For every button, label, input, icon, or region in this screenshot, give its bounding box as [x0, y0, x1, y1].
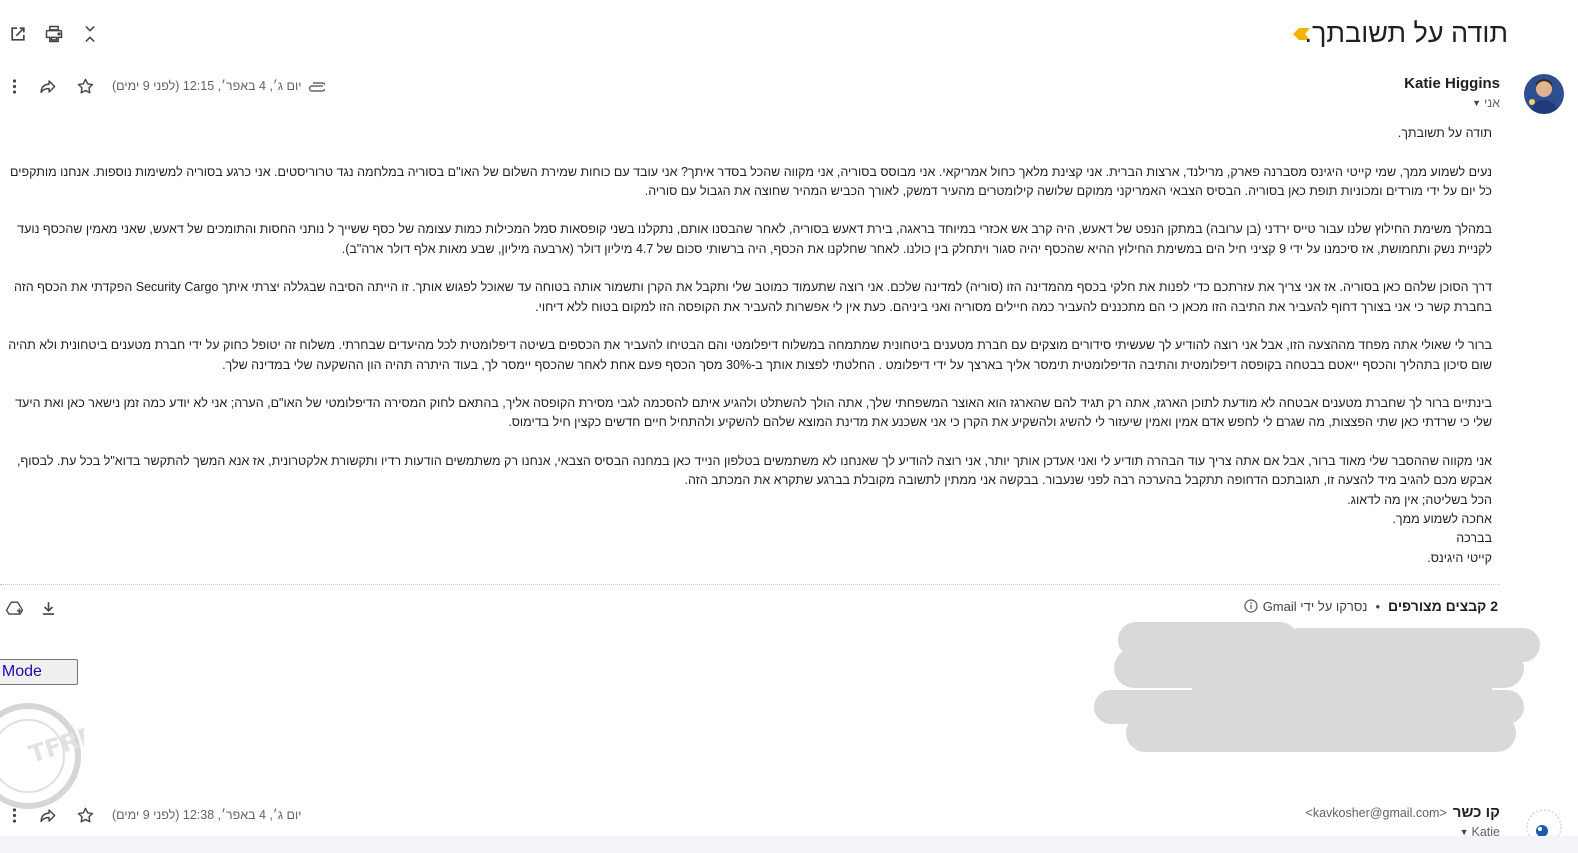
- star-icon: [77, 807, 93, 822]
- redacted-attachment-previews: [1094, 622, 1540, 752]
- body-paragraph: הכל בשליטה; אין מה לדאוג.: [1347, 492, 1492, 507]
- recipient-label: אני: [1484, 96, 1500, 110]
- bottom-strip: [0, 836, 1578, 853]
- more-vert-icon: [12, 807, 16, 823]
- body-paragraph: אני מקווה שההסבר שלי מאוד ברור, אבל אם א…: [16, 454, 1492, 488]
- open-in-new-window-icon: [11, 27, 25, 41]
- chevron-down-icon: ▼: [1472, 98, 1482, 108]
- message-header: Katie Higgins אני ▼ יום ג׳, 4 באפר׳, 12:…: [0, 72, 1578, 122]
- collapse-icon: [85, 25, 95, 43]
- avatar-photo: [1524, 74, 1564, 114]
- star-button[interactable]: [66, 801, 104, 829]
- add-to-drive-button[interactable]: [0, 594, 28, 622]
- attachments-divider: [0, 584, 1500, 585]
- collapse-all-button[interactable]: [72, 20, 108, 48]
- body-paragraph: במהלך משימת החילוץ שלנו עבור טייס ירדני …: [17, 222, 1492, 256]
- attachment-icon: [309, 82, 326, 92]
- star-icon: [77, 78, 93, 93]
- print-icon: [45, 25, 63, 43]
- message-actions-2: יום ג׳, 4 באפר׳, 12:38 (לפני 9 ימים): [0, 801, 301, 829]
- attachments-header: 2 קבצים מצורפים • נסרקו על ידי Gmail: [1244, 598, 1498, 614]
- print-button[interactable]: [36, 20, 72, 48]
- message-body: תודה על תשובתך. נעים לשמוע ממך, שמי קייטי…: [4, 124, 1492, 568]
- open-in-new-window-button[interactable]: [0, 20, 36, 48]
- message-date-2: יום ג׳, 4 באפר׳, 12:38 (לפני 9 ימים): [112, 808, 302, 822]
- forward-icon: [39, 808, 55, 822]
- body-paragraph: דרך הסוכן שלהם כאן בסוריה. אז אני צריך א…: [14, 280, 1492, 314]
- add-to-drive-icon: [5, 600, 23, 615]
- scanned-by-gmail-note: נסרקו על ידי Gmail: [1262, 598, 1368, 614]
- body-paragraph: בינתיים ברור לך שחברת מטענים אבטחה לא מו…: [15, 396, 1492, 430]
- sender-name[interactable]: Katie Higgins: [1404, 75, 1500, 92]
- sender-email-2: <kavkosher@gmail.com>: [1305, 806, 1447, 820]
- body-paragraph: תודה על תשובתך.: [1397, 126, 1492, 140]
- body-paragraph: ברור לי שאולי אתה מפחד מההצעה הזו, אבל א…: [8, 338, 1492, 372]
- separator-dot: •: [1375, 598, 1381, 614]
- star-button[interactable]: [66, 72, 104, 100]
- forward-button[interactable]: [28, 801, 66, 829]
- mode-toggle-button[interactable]: ow Mode: [0, 659, 78, 685]
- sender-name-2[interactable]: קו כשר <kavkosher@gmail.com>: [1306, 804, 1500, 821]
- more-options-button[interactable]: [0, 801, 28, 829]
- info-icon[interactable]: [1244, 599, 1258, 613]
- more-options-button[interactable]: [0, 72, 28, 100]
- recipient-toggle[interactable]: אני ▼: [1472, 96, 1500, 110]
- sender-avatar[interactable]: [1524, 74, 1564, 114]
- download-icon: [42, 601, 54, 615]
- more-vert-icon: [12, 78, 16, 94]
- sender-name-text: Katie Higgins: [1404, 75, 1500, 92]
- body-paragraph: בברכה: [1456, 531, 1492, 546]
- watermark-stamp-icon: TFREE: [0, 703, 84, 809]
- body-paragraph: קייטי היגינס.: [1427, 550, 1492, 565]
- attachment-actions: [0, 594, 68, 622]
- body-paragraph: נעים לשמוע ממך, שמי קייטי היגינס מסברנה …: [9, 164, 1492, 198]
- forward-button[interactable]: [28, 72, 66, 100]
- thread-tools: [0, 20, 108, 48]
- body-paragraph: אחכה לשמוע ממך.: [1392, 511, 1492, 526]
- message-date: יום ג׳, 4 באפר׳, 12:15 (לפני 9 ימים): [112, 79, 302, 93]
- sender-name-2-text: קו כשר: [1452, 804, 1500, 821]
- email-subject: תודה על תשובתך.: [1304, 18, 1508, 48]
- message-actions: יום ג׳, 4 באפר׳, 12:15 (לפני 9 ימים): [0, 72, 326, 100]
- download-all-button[interactable]: [28, 594, 68, 622]
- attachments-count: 2 קבצים מצורפים: [1388, 598, 1498, 614]
- subject-bar: תודה על תשובתך.: [0, 12, 1578, 56]
- forward-icon: [39, 79, 55, 93]
